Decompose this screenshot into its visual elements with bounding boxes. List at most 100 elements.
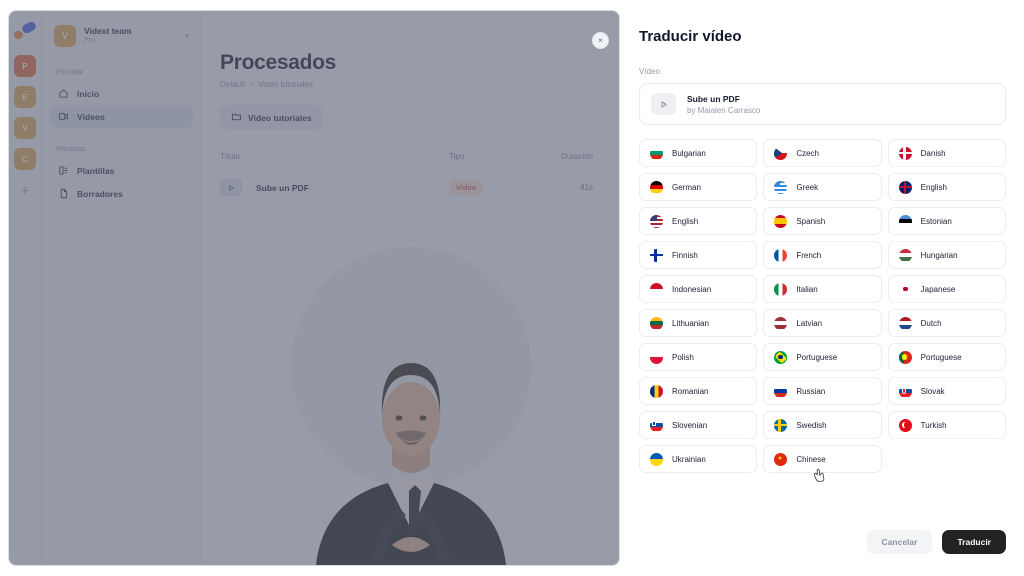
selected-video-title: Sube un PDF	[687, 93, 740, 104]
language-option-gb[interactable]: English	[887, 173, 1006, 201]
close-icon[interactable]: ×	[592, 32, 609, 49]
language-option-jp[interactable]: Japanese	[887, 275, 1006, 303]
language-option-cz[interactable]: Czech	[763, 139, 882, 167]
language-option-fr[interactable]: French	[763, 241, 882, 269]
screen: PEVC + V Vidext team Pro ▾ Principal Ini…	[0, 0, 1024, 576]
language-label: Portuguese	[796, 352, 838, 362]
language-option-es[interactable]: Spanish	[763, 207, 882, 235]
language-option-bg[interactable]: Bulgarian	[639, 139, 758, 167]
flag-it-icon	[774, 282, 788, 296]
panel-title: Traducir vídeo	[639, 28, 742, 45]
breadcrumb-item-current[interactable]: Video tutoriales	[258, 80, 313, 89]
language-option-si[interactable]: Slovenian	[639, 411, 758, 439]
workspace-avatar-c[interactable]: C	[14, 148, 36, 170]
team-switcher[interactable]: V Vidext team Pro ▾	[50, 21, 193, 51]
flag-ua-icon	[650, 452, 663, 466]
language-label: Ukrainian	[672, 454, 706, 464]
language-option-lv[interactable]: Latvian	[763, 309, 882, 337]
sidebar-main-items: Inicio Vídeos	[50, 82, 193, 128]
sidebar-item-label: Plantillas	[77, 165, 115, 176]
language-option-tr[interactable]: Turkish	[887, 411, 1006, 439]
rail-avatar-list: PEVC	[14, 55, 36, 179]
language-option-us[interactable]: English	[639, 207, 758, 235]
vidext-logo-icon	[14, 20, 38, 39]
language-label: Chinese	[796, 454, 826, 464]
language-option-fi[interactable]: Finnish	[639, 241, 758, 269]
add-workspace-button[interactable]: +	[21, 183, 29, 197]
play-thumbnail-icon	[220, 179, 242, 196]
language-option-it[interactable]: Italian	[763, 275, 882, 303]
sidebar-section-main: Principal	[56, 69, 83, 76]
language-option-de[interactable]: German	[639, 173, 758, 201]
language-label: English	[672, 216, 699, 226]
sidebar-item-vdeos[interactable]: Vídeos	[50, 105, 193, 128]
sidebar-item-inicio[interactable]: Inicio	[50, 82, 193, 105]
language-option-ru[interactable]: Russian	[763, 377, 882, 405]
folder-chip-label: Video tutoriales	[248, 112, 312, 123]
mouse-cursor	[814, 468, 825, 482]
flag-ee-icon	[898, 214, 912, 228]
selected-video-card[interactable]: Sube un PDF by Maialen Carrasco	[639, 83, 1006, 125]
workspace-avatar-v[interactable]: V	[14, 117, 36, 139]
flag-fi-icon	[650, 248, 663, 262]
flag-pt-icon	[898, 350, 912, 364]
app-window: PEVC + V Vidext team Pro ▾ Principal Ini…	[8, 10, 620, 566]
language-option-se[interactable]: Swedish	[763, 411, 882, 439]
flag-de-icon	[650, 180, 663, 194]
workspace-avatar-e[interactable]: E	[14, 86, 36, 108]
language-label: Spanish	[796, 216, 826, 226]
language-option-ro[interactable]: Romanian	[639, 377, 758, 405]
language-label: Greek	[796, 182, 819, 192]
flag-ru-icon	[774, 384, 788, 398]
panel-footer: Cancelar Traducir	[866, 530, 1006, 554]
language-option-ee[interactable]: Estonian	[887, 207, 1006, 235]
workspace-avatar-p[interactable]: P	[14, 55, 36, 77]
cancel-button[interactable]: Cancelar	[866, 530, 933, 554]
sidebar-item-label: Vídeos	[77, 111, 105, 122]
language-option-gr[interactable]: Greek	[763, 173, 882, 201]
table-row[interactable]: Sube un PDF Video 41s	[220, 179, 593, 196]
language-option-dk[interactable]: Danish	[887, 139, 1006, 167]
language-option-sk[interactable]: Slovak	[887, 377, 1006, 405]
language-label: Lithuanian	[672, 318, 709, 328]
breadcrumb-item-root[interactable]: Default	[220, 80, 245, 89]
language-option-id[interactable]: Indonesian	[639, 275, 758, 303]
row-duration: 41s	[580, 183, 593, 192]
flag-hu-icon	[898, 248, 912, 262]
flag-se-icon	[774, 418, 788, 432]
presenter-illustration	[315, 363, 506, 565]
translate-video-panel: Traducir vídeo Vídeo Sube un PDF by Maia…	[621, 0, 1024, 576]
language-option-pl[interactable]: Polish	[639, 343, 758, 371]
main-content: Procesados Default › Video tutoriales Vi…	[202, 11, 619, 565]
sidebar-item-borradores[interactable]: Borradores	[50, 182, 193, 205]
language-option-br[interactable]: Portuguese	[763, 343, 882, 371]
flag-dk-icon	[898, 146, 912, 160]
team-avatar: V	[54, 25, 76, 47]
team-name: Vidext team	[84, 25, 132, 36]
language-label: Russian	[796, 386, 826, 396]
play-icon	[651, 93, 676, 115]
language-option-hu[interactable]: Hungarian	[887, 241, 1006, 269]
language-label: Japanese	[920, 284, 956, 294]
language-label: Finnish	[672, 250, 698, 260]
folder-chip-video-tutoriales[interactable]: Video tutoriales	[220, 105, 323, 130]
language-option-lt[interactable]: Lithuanian	[639, 309, 758, 337]
sidebar: V Vidext team Pro ▾ Principal Inicio Víd…	[42, 11, 202, 565]
language-option-nl[interactable]: Dutch	[887, 309, 1006, 337]
flag-pl-icon	[650, 350, 663, 364]
sidebar-item-plantillas[interactable]: Plantillas	[50, 159, 193, 182]
language-option-ua[interactable]: Ukrainian	[639, 445, 758, 473]
flag-es-icon	[774, 214, 788, 228]
language-label: Swedish	[796, 420, 827, 430]
language-label: Dutch	[920, 318, 942, 328]
table-header: Título Tipo Duración	[220, 152, 593, 161]
flag-lv-icon	[774, 316, 788, 330]
translate-button[interactable]: Traducir	[942, 530, 1006, 554]
sidebar-item-label: Inicio	[77, 88, 100, 99]
flag-gr-icon	[774, 180, 788, 194]
flag-gb-icon	[898, 180, 912, 194]
flag-jp-icon	[898, 282, 912, 296]
chevron-down-icon[interactable]: ▾	[185, 32, 189, 40]
language-option-pt[interactable]: Portuguese	[887, 343, 1006, 371]
flag-nl-icon	[898, 316, 912, 330]
